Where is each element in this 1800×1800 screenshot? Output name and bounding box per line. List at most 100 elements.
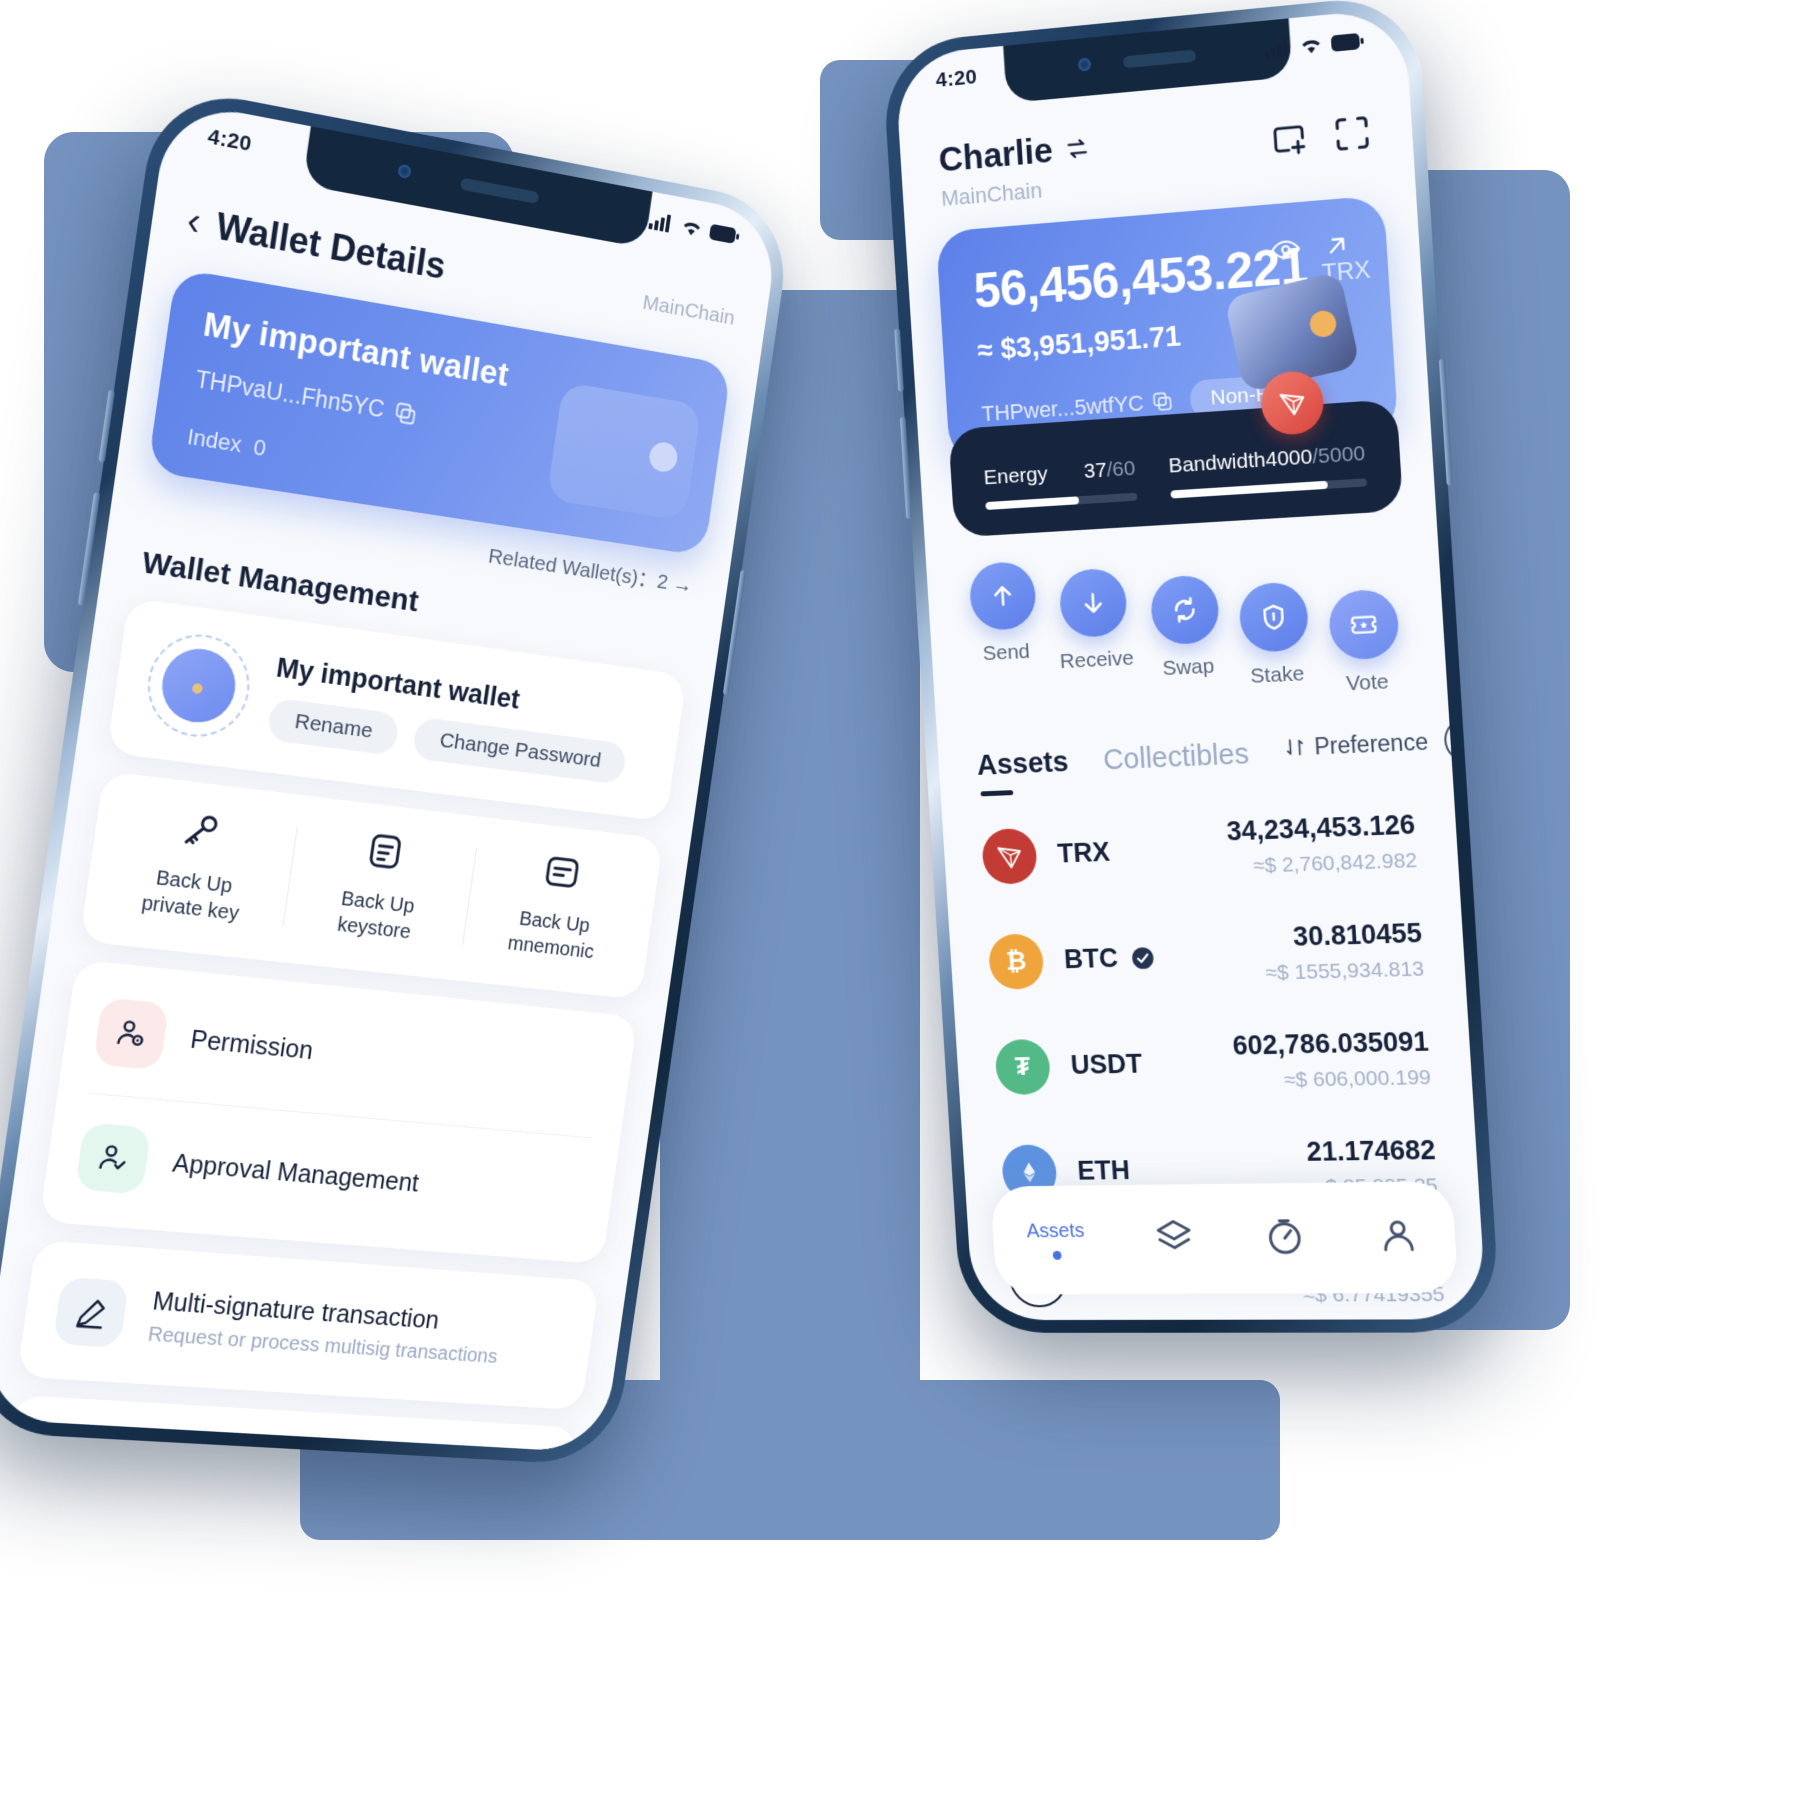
asset-symbol: BTC <box>1063 942 1119 975</box>
permission-card: Permission Approval Management <box>39 959 638 1265</box>
asset-fiat: ≈$ 606,000.199 <box>1283 1065 1432 1092</box>
quick-actions-row: Send Receive Swap Stake Vote <box>925 509 1448 716</box>
table-row[interactable]: ₿ BTC 30.810455 ≈$ 1555,934.813 <box>986 895 1426 1014</box>
bandwidth-max: /5000 <box>1311 441 1366 469</box>
shield-icon <box>1237 581 1310 654</box>
bandwidth-resource: Bandwidth 4000/5000 <box>1167 441 1368 499</box>
permission-label: Permission <box>188 1024 315 1065</box>
verified-badge-icon <box>1131 946 1154 969</box>
action-swap[interactable]: Swap <box>1149 574 1224 705</box>
menu-item-multisig[interactable]: Multi-signature transaction Request or p… <box>49 1248 572 1403</box>
backup-keystore-label: Back Up keystore <box>335 887 416 944</box>
chain-label: MainChain <box>641 291 737 330</box>
cellular-icon <box>648 214 672 233</box>
related-wallets-arrow-icon: → <box>671 572 694 598</box>
wifi-icon <box>683 221 701 236</box>
approval-user-check-icon <box>74 1122 152 1195</box>
table-row[interactable]: ₮ USDT 602,786.035091 ≈$ 606,000.199 <box>993 1004 1433 1120</box>
sort-icon <box>1284 736 1307 759</box>
copy-icon[interactable] <box>394 401 418 426</box>
multisig-card: Multi-signature transaction Request or p… <box>16 1239 600 1411</box>
bottom-navigation: Assets <box>990 1181 1459 1295</box>
action-swap-label: Swap <box>1161 654 1215 681</box>
bandwidth-label: Bandwidth <box>1167 448 1267 478</box>
layers-icon <box>1152 1216 1196 1258</box>
asset-symbol: TRX <box>1056 836 1111 869</box>
backup-private-key-label: Back Up private key <box>140 867 241 925</box>
switch-account-icon[interactable] <box>1063 135 1090 163</box>
change-password-button[interactable]: Change Password <box>411 716 628 785</box>
scan-qr-icon[interactable] <box>1332 113 1373 155</box>
tab-assets[interactable]: Assets <box>976 746 1069 782</box>
backup-keystore-button[interactable]: Back Up keystore <box>281 821 477 951</box>
keystore-icon <box>363 829 407 873</box>
action-send-label: Send <box>982 640 1031 666</box>
trx-coin-icon <box>980 827 1039 885</box>
wallet-index-label: Index <box>185 423 244 458</box>
btc-coin-icon: ₿ <box>987 932 1045 990</box>
eye-icon[interactable] <box>1269 232 1303 267</box>
right-phone-device: 4:20 Charlie MainChain 56,456,453.221 TR… <box>881 0 1502 1333</box>
asset-amount: 34,234,453.126 <box>1225 809 1416 847</box>
asset-amount: 602,786.035091 <box>1231 1026 1430 1061</box>
key-icon <box>179 807 225 852</box>
asset-fiat: ≈$ 1555,934.813 <box>1264 957 1425 985</box>
menu-item-dapp-connection[interactable]: DApp Connection <box>26 1403 550 1454</box>
wallet-index-value: 0 <box>251 434 268 462</box>
preference-label: Preference <box>1313 727 1429 760</box>
approval-management-label: Approval Management <box>170 1148 421 1197</box>
ticket-icon <box>1327 588 1401 661</box>
energy-progress-track <box>985 492 1138 511</box>
explore-icon <box>1263 1215 1307 1257</box>
arrow-down-icon <box>1058 567 1129 639</box>
swap-icon <box>1149 574 1221 646</box>
battery-icon <box>1330 32 1364 52</box>
usdt-coin-icon: ₮ <box>994 1038 1052 1095</box>
table-row[interactable]: TRX 34,234,453.126 ≈$ 2,760,842.982 <box>979 787 1419 909</box>
nav-item-layers[interactable] <box>1152 1216 1196 1263</box>
energy-max: /60 <box>1105 456 1136 482</box>
nav-assets-label: Assets <box>1025 1220 1086 1243</box>
mnemonic-icon <box>541 850 584 893</box>
rename-button[interactable]: Rename <box>266 696 401 756</box>
wifi-icon <box>1301 39 1321 54</box>
energy-label: Energy <box>983 462 1049 490</box>
backup-mnemonic-button[interactable]: Back Up mnemonic <box>462 842 651 970</box>
asset-amount: 30.810455 <box>1292 917 1423 952</box>
nav-item-assets[interactable]: Assets <box>1026 1220 1086 1260</box>
wallet-avatar-icon <box>141 628 257 743</box>
add-wallet-icon[interactable] <box>1270 118 1310 160</box>
preference-button[interactable]: Preference <box>1283 727 1429 762</box>
action-send[interactable]: Send <box>968 560 1043 714</box>
energy-value: 37 <box>1083 458 1108 483</box>
wallet-address: THPvaU...Fhn5YC <box>193 365 387 423</box>
status-time: 4:20 <box>206 124 254 157</box>
action-stake[interactable]: Stake <box>1237 581 1313 701</box>
backup-private-key-button[interactable]: Back Up private key <box>94 799 297 932</box>
copy-icon[interactable] <box>1153 391 1174 412</box>
asset-fiat: ≈$ 2,760,842.982 <box>1252 848 1418 878</box>
status-time: 4:20 <box>935 65 978 92</box>
action-receive-label: Receive <box>1059 646 1135 674</box>
arrow-up-right-icon[interactable] <box>1321 229 1353 262</box>
asset-amount: 21.174682 <box>1305 1134 1437 1167</box>
action-stake-label: Stake <box>1249 662 1305 688</box>
nav-item-explore[interactable] <box>1263 1215 1308 1262</box>
wallet-card-decoration-icon <box>546 381 702 521</box>
action-vote-label: Vote <box>1345 670 1390 696</box>
battery-icon <box>708 223 740 244</box>
link-icon <box>30 1431 108 1454</box>
tab-collectibles[interactable]: Collectibles <box>1102 738 1250 777</box>
action-receive[interactable]: Receive <box>1054 567 1136 710</box>
cellular-icon <box>1265 38 1288 60</box>
profile-icon <box>1375 1214 1420 1257</box>
back-chevron-left-icon[interactable]: ‹ <box>184 200 203 245</box>
arrow-up-icon <box>968 560 1038 632</box>
asset-symbol: ETH <box>1076 1155 1131 1186</box>
bandwidth-value: 4000 <box>1264 445 1313 472</box>
pencil-icon <box>52 1276 130 1349</box>
nav-item-profile[interactable] <box>1375 1214 1421 1262</box>
asset-symbol: USDT <box>1069 1048 1144 1080</box>
chain-label: MainChain <box>940 177 1043 211</box>
action-vote[interactable]: Vote <box>1327 588 1402 697</box>
